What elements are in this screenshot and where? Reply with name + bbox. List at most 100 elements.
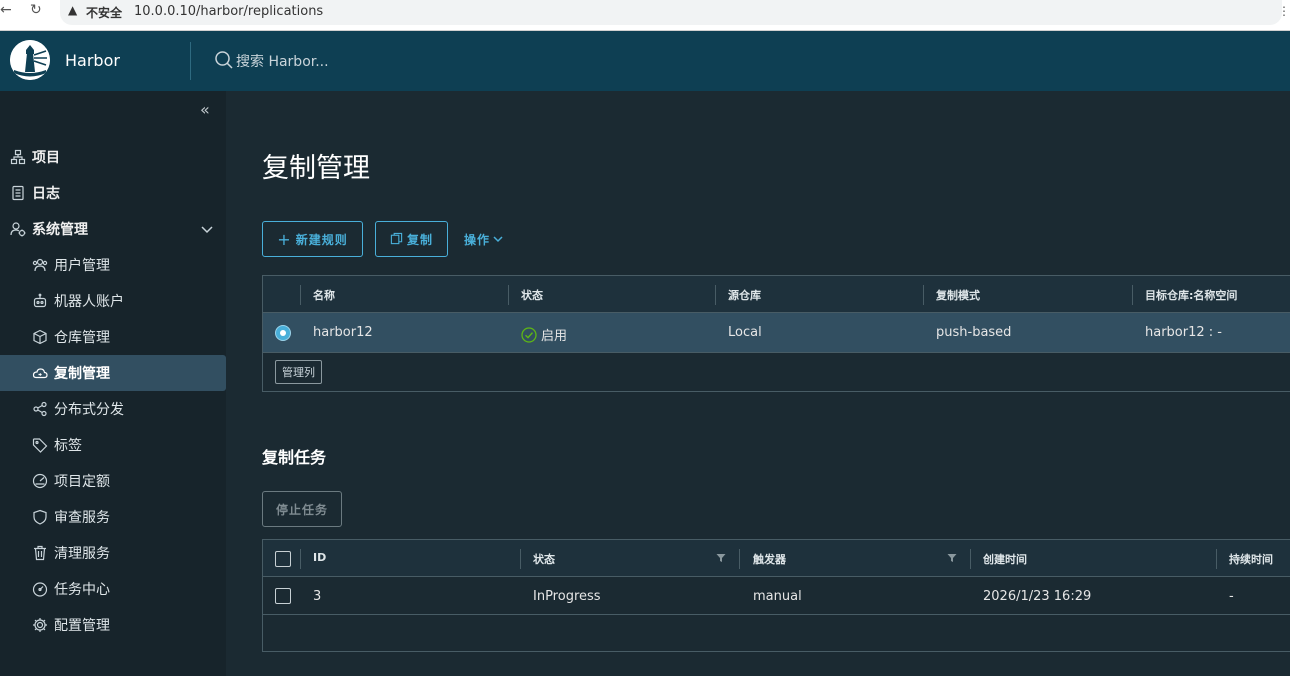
sidebar-item-distributions[interactable]: 分布式分发 [0, 391, 226, 427]
actions-dropdown[interactable]: 操作 [464, 221, 524, 257]
sidebar-item-label: 机器人账户 [54, 294, 124, 310]
plus-icon: + [277, 229, 292, 249]
sidebar-item-configuration[interactable]: 配置管理 [0, 607, 226, 643]
column-header-duration[interactable]: 持续时间 [1229, 551, 1273, 567]
rule-source: Local [728, 325, 762, 340]
table-header: ID 状态 触发器 创建时间 持续时间 [263, 540, 1290, 577]
insecure-label[interactable]: 不安全 [86, 4, 122, 21]
sidebar-item-label: 分布式分发 [54, 402, 124, 418]
row-radio-selected[interactable] [275, 325, 291, 341]
collapse-sidebar-icon[interactable]: « [200, 100, 210, 119]
column-header-status[interactable]: 状态 [533, 551, 555, 567]
url-bar[interactable]: ▲ 不安全 10.0.0.10/harbor/replications [60, 0, 1282, 25]
rule-name: harbor12 [313, 325, 373, 340]
column-divider [300, 549, 301, 569]
sidebar-item-replications[interactable]: 复制管理 [0, 355, 226, 391]
copy-button[interactable]: 复制 [375, 221, 448, 257]
global-search[interactable] [214, 50, 436, 74]
url-text[interactable]: 10.0.0.10/harbor/replications [134, 4, 323, 19]
replication-tasks-title: 复制任务 [262, 448, 327, 467]
column-divider [1132, 285, 1133, 305]
filter-icon[interactable] [947, 553, 957, 563]
replication-rules-table: 名称 状态 源仓库 复制模式 目标仓库:名称空间 harbor12 启用 Loc… [262, 275, 1290, 392]
column-header-mode[interactable]: 复制模式 [936, 287, 980, 303]
column-divider [715, 285, 716, 305]
search-input[interactable] [236, 54, 436, 70]
dashboard-icon [32, 581, 48, 597]
registry-icon [32, 329, 48, 345]
sidebar-item-label: 项目 [32, 150, 60, 166]
column-header-source[interactable]: 源仓库 [728, 287, 761, 303]
stop-task-button[interactable]: 停止任务 [262, 491, 342, 527]
browser-menu-edge: ⋮ [1278, 4, 1290, 18]
sidebar-item-users[interactable]: 用户管理 [0, 247, 226, 283]
task-trigger: manual [753, 589, 802, 604]
harbor-logo[interactable] [10, 40, 50, 80]
row-checkbox[interactable] [275, 588, 291, 604]
column-header-name[interactable]: 名称 [313, 287, 335, 303]
column-divider [970, 549, 971, 569]
admin-icon [10, 221, 26, 237]
app-title[interactable]: Harbor [65, 51, 120, 70]
sidebar-item-admin[interactable]: 系统管理 [0, 211, 226, 247]
column-header-target[interactable]: 目标仓库:名称空间 [1145, 287, 1237, 303]
sidebar-item-projects[interactable]: 项目 [0, 139, 226, 175]
trash-icon [32, 545, 48, 561]
sidebar-item-labels[interactable]: 标签 [0, 427, 226, 463]
reload-icon[interactable]: ↻ [30, 2, 42, 18]
sidebar-item-interrogation[interactable]: 审查服务 [0, 499, 226, 535]
actions-label: 操作 [464, 232, 491, 247]
sidebar-item-job-service[interactable]: 任务中心 [0, 571, 226, 607]
check-circle-icon [521, 326, 537, 343]
sidebar-item-registries[interactable]: 仓库管理 [0, 319, 226, 355]
page-title: 复制管理 [262, 153, 370, 184]
task-status: InProgress [533, 589, 601, 604]
table-row[interactable]: harbor12 启用 Local push-based harbor12 : … [263, 313, 1290, 353]
column-header-status[interactable]: 状态 [521, 287, 543, 303]
sidebar-item-label: 配置管理 [54, 618, 110, 634]
column-divider [923, 285, 924, 305]
share-icon [32, 401, 48, 417]
replication-tasks-table: ID 状态 触发器 创建时间 持续时间 3 InProgress manual … [262, 539, 1290, 652]
task-duration: - [1229, 589, 1234, 604]
warning-icon[interactable]: ▲ [68, 3, 77, 17]
column-divider [1216, 549, 1217, 569]
task-created: 2026/1/23 16:29 [983, 589, 1092, 604]
table-header: 名称 状态 源仓库 复制模式 目标仓库:名称空间 [263, 276, 1290, 313]
select-all-checkbox[interactable] [275, 551, 291, 567]
sidebar-item-quotas[interactable]: 项目定额 [0, 463, 226, 499]
sidebar-item-clean-up[interactable]: 清理服务 [0, 535, 226, 571]
header-divider [190, 42, 191, 80]
sidebar-item-label: 系统管理 [32, 222, 88, 238]
column-header-trigger[interactable]: 触发器 [753, 551, 786, 567]
sidebar-item-robot-accounts[interactable]: 机器人账户 [0, 283, 226, 319]
task-id-link[interactable]: 3 [313, 589, 321, 604]
sidebar-item-label: 仓库管理 [54, 330, 110, 346]
new-rule-button[interactable]: + 新建规则 [262, 221, 363, 257]
copy-label: 复制 [406, 232, 433, 247]
gear-icon [32, 617, 48, 633]
rule-target: harbor12 : - [1145, 325, 1222, 340]
table-row[interactable]: 3 InProgress manual 2026/1/23 16:29 - [263, 577, 1290, 615]
copy-icon [390, 230, 403, 249]
column-header-id[interactable]: ID [313, 551, 326, 564]
robot-icon [32, 293, 48, 309]
sidebar-item-label: 审查服务 [54, 510, 110, 526]
column-divider [300, 285, 301, 305]
sidebar-item-logs[interactable]: 日志 [0, 175, 226, 211]
column-header-created[interactable]: 创建时间 [983, 551, 1027, 567]
chevron-down-icon[interactable] [200, 222, 214, 236]
filter-icon[interactable] [716, 553, 726, 563]
sidebar-item-label: 标签 [54, 438, 82, 454]
browser-address-bar: ← ↻ ▲ 不安全 10.0.0.10/harbor/replications … [0, 0, 1290, 31]
rule-mode: push-based [936, 325, 1012, 340]
projects-icon [10, 149, 26, 165]
manage-columns-button[interactable]: 管理列 [275, 360, 322, 384]
back-arrow-icon[interactable]: ← [0, 2, 12, 18]
search-icon[interactable] [214, 50, 234, 74]
column-divider [508, 285, 509, 305]
column-divider [520, 549, 521, 569]
sidebar-item-label: 清理服务 [54, 546, 110, 562]
sidebar-item-label: 任务中心 [54, 582, 110, 598]
replication-icon [32, 365, 48, 381]
